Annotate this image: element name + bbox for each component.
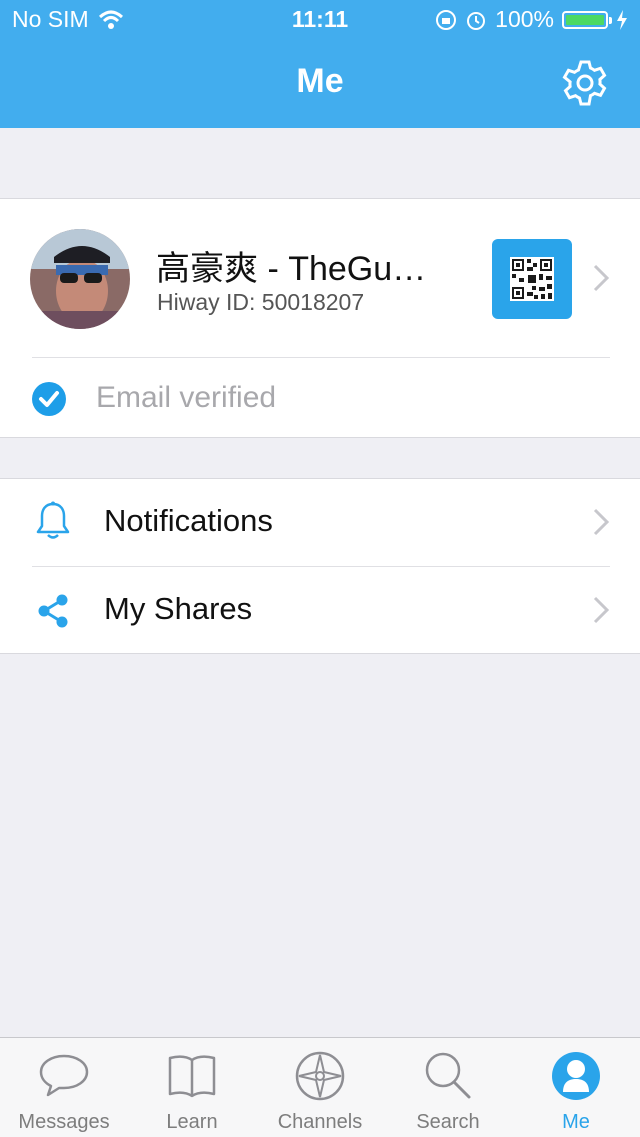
header: No SIM 11:11 100% Me — [0, 0, 640, 128]
charging-icon — [617, 9, 627, 30]
tab-label: Me — [562, 1111, 590, 1133]
chevron-right-icon — [593, 508, 610, 536]
check-circle-icon — [32, 382, 66, 416]
avatar[interactable] — [30, 229, 130, 329]
status-right: 100% — [435, 6, 628, 33]
qr-code-icon — [510, 257, 554, 301]
tab-label: Search — [416, 1111, 480, 1133]
tab-channels[interactable]: Channels — [256, 1038, 384, 1137]
menu-item-notifications[interactable]: Notifications — [0, 479, 640, 567]
profile-name: 高豪爽 - TheGu… — [156, 250, 427, 288]
page-title: Me — [296, 62, 344, 100]
battery-icon — [562, 10, 612, 29]
qr-code-button[interactable] — [492, 239, 572, 319]
book-icon — [168, 1055, 216, 1098]
person-icon — [552, 1052, 600, 1100]
compass-icon — [295, 1051, 345, 1101]
menu-list: Notifications My Shares — [0, 478, 640, 654]
battery-percent: 100% — [495, 6, 554, 32]
tab-messages[interactable]: Messages — [0, 1038, 128, 1137]
tab-label: Channels — [277, 1111, 363, 1133]
tab-label: Learn — [166, 1111, 218, 1133]
gear-icon[interactable] — [560, 58, 610, 108]
email-verified-label: Email verified — [96, 381, 277, 414]
menu-item-label: Notifications — [104, 503, 273, 538]
menu-item-my-shares[interactable]: My Shares — [0, 567, 640, 654]
tab-search[interactable]: Search — [384, 1038, 512, 1137]
magnifier-icon — [425, 1052, 471, 1099]
share-icon — [38, 594, 68, 628]
tab-learn[interactable]: Learn — [128, 1038, 256, 1137]
chevron-right-icon — [593, 264, 610, 292]
tab-bar: Messages Learn Channels Search Me — [0, 1037, 640, 1137]
menu-item-label: My Shares — [104, 591, 253, 626]
bell-icon — [36, 501, 70, 539]
chat-bubble-icon — [39, 1054, 89, 1097]
chevron-right-icon — [593, 596, 610, 624]
alarm-icon — [467, 11, 486, 30]
hiway-id: Hiway ID: 50018207 — [157, 289, 365, 315]
tab-label: Messages — [18, 1111, 110, 1133]
divider — [32, 357, 610, 358]
tab-me[interactable]: Me — [512, 1038, 640, 1137]
profile-card[interactable]: 高豪爽 - TheGu… Hiway ID: 50018207 Email ve… — [0, 198, 640, 438]
rotation-lock-icon — [436, 9, 457, 30]
